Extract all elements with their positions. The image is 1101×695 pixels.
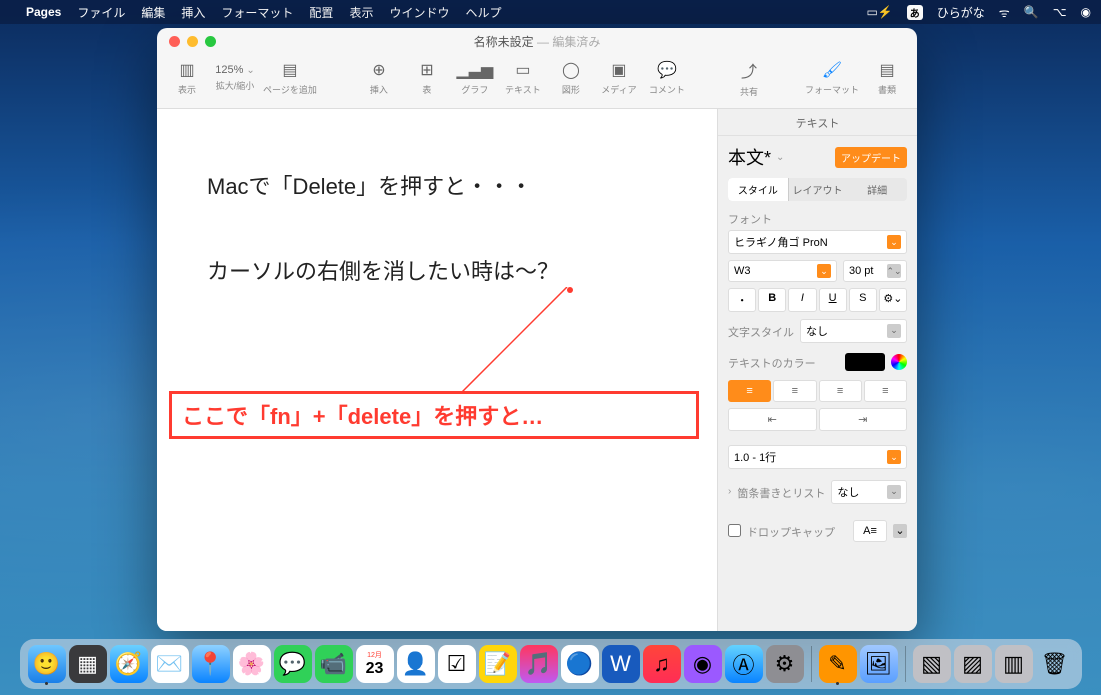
dock-word[interactable]: W: [602, 645, 640, 683]
dock-appstore[interactable]: Ⓐ: [725, 645, 763, 683]
char-style-label: 文字スタイル: [728, 324, 794, 340]
text-color-swatch[interactable]: [845, 353, 885, 371]
bullets-label: 箇条書きとリスト: [737, 485, 825, 501]
color-picker-icon[interactable]: [891, 354, 907, 370]
dock-messages[interactable]: 💬: [274, 645, 312, 683]
tab-layout: レイアウト: [788, 178, 848, 201]
pages-window: 名称未設定 — 編集済み ▥表示 125% ⌄ 拡大/縮小 ▤ページを追加 ⊕挿…: [157, 28, 917, 631]
font-size-field[interactable]: 30 pt⌃⌄: [843, 260, 907, 282]
indent-increase[interactable]: ⇥: [819, 408, 908, 431]
font-weight-select[interactable]: W3⌄: [728, 260, 837, 282]
format-inspector: テキスト 本文* ⌄ アップデート スタイル レイアウト 詳細 フォント ヒラギ…: [717, 109, 917, 631]
dock-music[interactable]: ♫: [643, 645, 681, 683]
toolbar-insert[interactable]: ⊕挿入: [359, 60, 399, 96]
toolbar-table[interactable]: ⊞表: [407, 60, 447, 96]
char-none[interactable]: ・: [728, 288, 756, 312]
window-title: 名称未設定: [474, 35, 534, 49]
dock-notes[interactable]: 📝: [479, 645, 517, 683]
toolbar-document[interactable]: ▤書類: [867, 60, 907, 96]
indent-decrease[interactable]: ⇤: [728, 408, 817, 431]
dock-calendar[interactable]: 12月23: [356, 645, 394, 683]
dock-safari[interactable]: 🧭: [110, 645, 148, 683]
bullets-select[interactable]: なし⌄: [831, 480, 907, 504]
line-spacing-select[interactable]: 1.0 - 1行⌄: [728, 445, 907, 469]
text-color-label: テキストのカラー: [728, 355, 839, 371]
toolbar: ▥表示 125% ⌄ 拡大/縮小 ▤ページを追加 ⊕挿入 ⊞表 ▁▃▅グラフ ▭…: [157, 54, 917, 109]
doc-line-2: カーソルの右側を消したい時は〜？: [207, 254, 559, 286]
inspector-tabs[interactable]: スタイル レイアウト 詳細: [728, 178, 907, 201]
dock-photos[interactable]: 🌸: [233, 645, 271, 683]
dock-recent-2[interactable]: ▨: [954, 645, 992, 683]
dock-contacts[interactable]: 👤: [397, 645, 435, 683]
paragraph-style-select[interactable]: 本文* ⌄: [728, 144, 829, 170]
align-center[interactable]: ≡: [773, 380, 816, 402]
toolbar-media[interactable]: ▣メディア: [599, 60, 639, 96]
dock-podcasts[interactable]: ◉: [684, 645, 722, 683]
font-label: フォント: [728, 211, 907, 227]
toolbar-text[interactable]: ▭テキスト: [503, 60, 543, 96]
dock-reminders[interactable]: ☑︎: [438, 645, 476, 683]
dock: 🙂 ▦ 🧭 ✉️ 📍 🌸 💬 📹 12月23 👤 ☑︎ 📝 🎵 🔵 W ♫ ◉ …: [20, 639, 1082, 689]
tab-detail: 詳細: [847, 178, 907, 201]
more-type-button[interactable]: ⚙⌄: [879, 288, 907, 312]
align-justify[interactable]: ≡: [864, 380, 907, 402]
dock-settings[interactable]: ⚙︎: [766, 645, 804, 683]
dock-pages[interactable]: ✎: [819, 645, 857, 683]
dock-divider: [811, 646, 812, 682]
inspector-title: テキスト: [718, 109, 917, 136]
underline-button[interactable]: U: [819, 288, 847, 312]
drop-cap-style[interactable]: A≡: [853, 520, 887, 542]
dock-trash[interactable]: 🗑: [1036, 645, 1074, 683]
update-style-button[interactable]: アップデート: [835, 147, 907, 168]
toolbar-zoom[interactable]: 125% ⌄ 拡大/縮小: [215, 64, 255, 92]
font-family-select[interactable]: ヒラギノ角ゴ ProN⌄: [728, 230, 907, 254]
bold-button[interactable]: B: [758, 288, 786, 312]
drop-cap-label: ドロップキャップ: [747, 524, 835, 540]
dock-recent-3[interactable]: ▥: [995, 645, 1033, 683]
dock-mail[interactable]: ✉️: [151, 645, 189, 683]
dock-facetime[interactable]: 📹: [315, 645, 353, 683]
toolbar-chart[interactable]: ▁▃▅グラフ: [455, 60, 495, 96]
toolbar-share[interactable]: ⤴共有: [729, 58, 769, 98]
italic-button[interactable]: I: [788, 288, 816, 312]
toolbar-format[interactable]: 🖌フォーマット: [805, 60, 859, 96]
dock-recent-1[interactable]: ▧: [913, 645, 951, 683]
char-style-select[interactable]: なし⌄: [800, 319, 907, 343]
document-page[interactable]: Macで「Delete」を押すと・・・ カーソルの右側を消したい時は〜？ ここで…: [157, 109, 717, 631]
tab-style: スタイル: [728, 178, 788, 201]
dock-preview[interactable]: 🖼: [860, 645, 898, 683]
dock-maps[interactable]: 📍: [192, 645, 230, 683]
dock-music-lib[interactable]: 🎵: [520, 645, 558, 683]
dock-finder[interactable]: 🙂: [28, 645, 66, 683]
toolbar-comment[interactable]: 💬コメント: [647, 60, 687, 96]
bullets-disclosure[interactable]: ›: [728, 486, 731, 497]
toolbar-view[interactable]: ▥表示: [167, 60, 207, 96]
align-right[interactable]: ≡: [819, 380, 862, 402]
dock-divider-2: [905, 646, 906, 682]
drop-cap-checkbox[interactable]: [728, 524, 741, 537]
toolbar-shape[interactable]: ◯図形: [551, 60, 591, 96]
dock-launchpad[interactable]: ▦: [69, 645, 107, 683]
toolbar-add-page[interactable]: ▤ページを追加: [263, 60, 317, 96]
strike-button[interactable]: S: [849, 288, 877, 312]
align-left[interactable]: ≡: [728, 380, 771, 402]
titlebar[interactable]: 名称未設定 — 編集済み: [157, 28, 917, 54]
dock-chrome[interactable]: 🔵: [561, 645, 599, 683]
doc-line-1: Macで「Delete」を押すと・・・: [207, 169, 532, 201]
annotation-callout: ここで「fn」+「delete」を押すと…: [169, 391, 699, 439]
window-subtitle: — 編集済み: [537, 35, 600, 49]
